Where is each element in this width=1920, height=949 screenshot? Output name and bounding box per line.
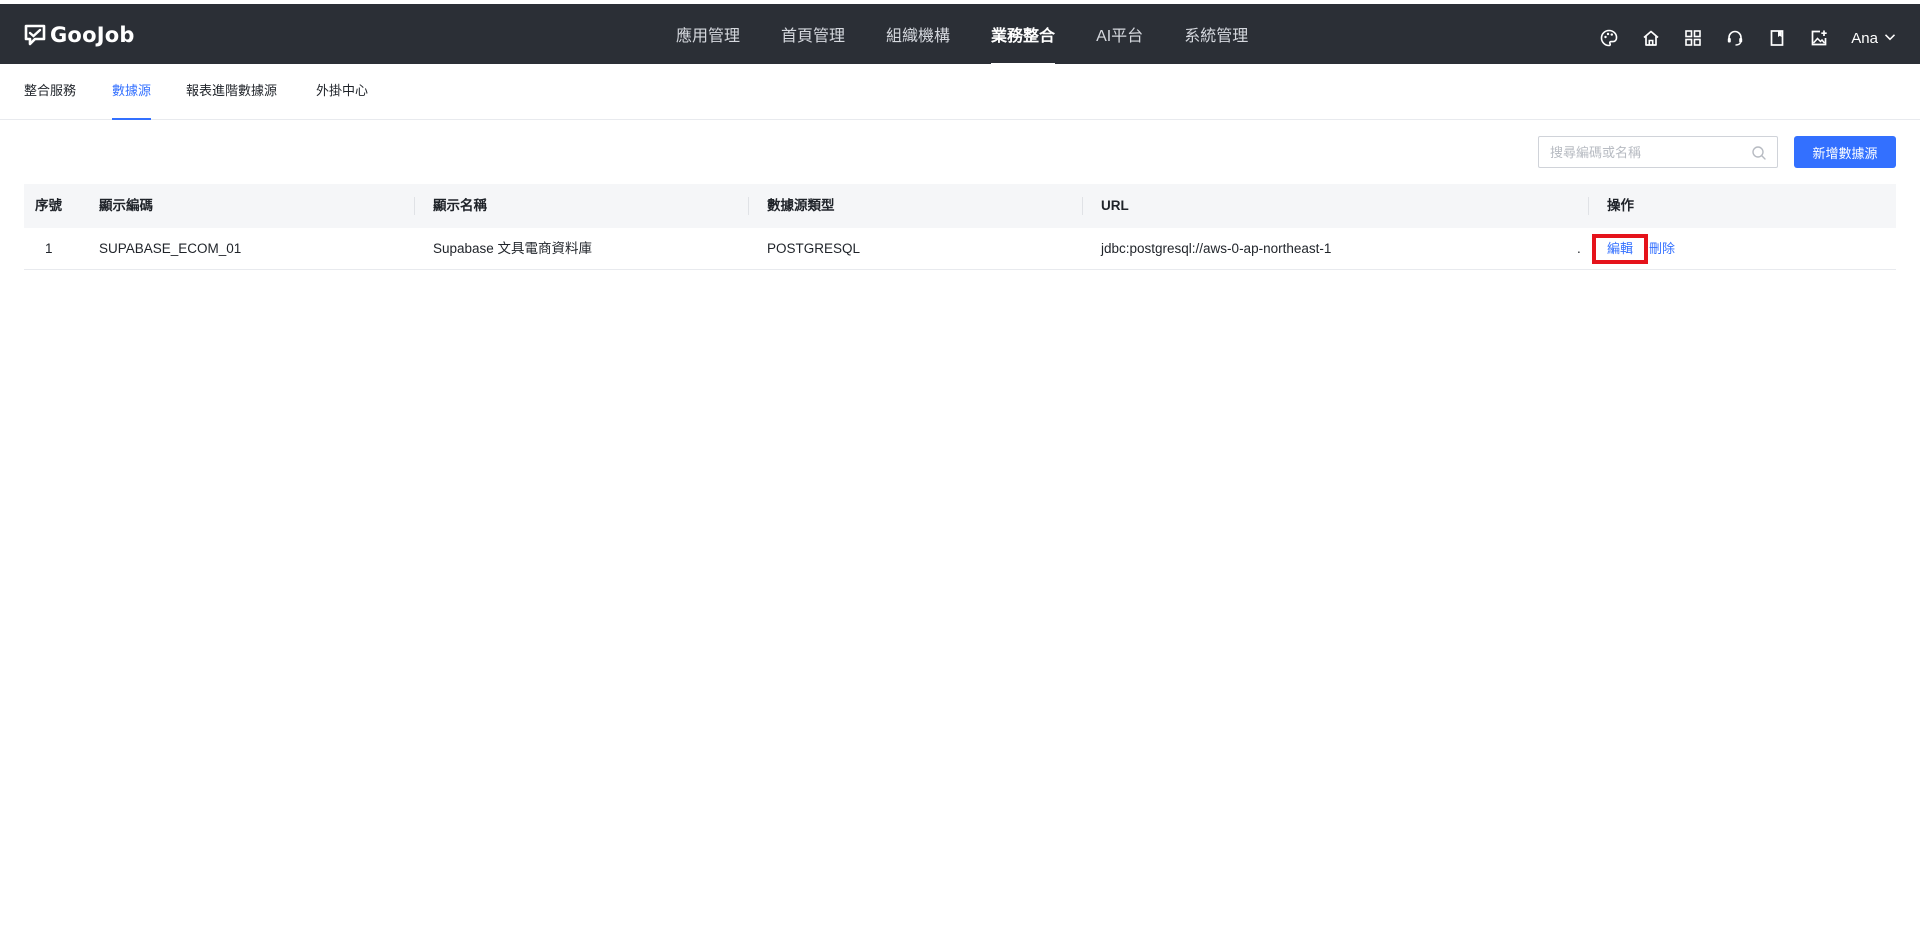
search-icon[interactable] — [1751, 145, 1767, 161]
user-menu[interactable]: Ana — [1851, 30, 1896, 47]
column-header-actions: 操作 — [1607, 198, 1634, 213]
book-icon[interactable] — [1767, 28, 1787, 48]
tab-plugin-center[interactable]: 外掛中心 — [316, 68, 368, 120]
column-divider[interactable] — [748, 197, 749, 215]
cell-index: 1 — [45, 241, 53, 256]
logo-text: GooJob — [50, 23, 135, 47]
table-body: 1 SUPABASE_ECOM_01 Supabase 文具電商資料庫 POST… — [24, 228, 1896, 270]
tab-report-advanced-data-sources[interactable]: 報表進階數據源 — [186, 68, 277, 120]
table-row: 1 SUPABASE_ECOM_01 Supabase 文具電商資料庫 POST… — [24, 228, 1896, 270]
logo-chat-icon — [24, 24, 46, 46]
main-nav: 應用管理 首頁管理 組織機構 業務整合 AI平台 系統管理 — [676, 8, 1248, 68]
home-icon[interactable] — [1641, 28, 1661, 48]
tab-integration-services[interactable]: 整合服務 — [24, 68, 76, 120]
column-divider[interactable] — [414, 197, 415, 215]
app-logo[interactable]: GooJob — [24, 21, 135, 49]
delete-button[interactable]: 刪除 — [1649, 228, 1675, 270]
nav-item-business-integration[interactable]: 業務整合 — [991, 8, 1056, 68]
tab-data-sources[interactable]: 數據源 — [112, 68, 152, 120]
column-header-url: URL — [1101, 198, 1129, 213]
nav-item-system-management[interactable]: 系統管理 — [1184, 8, 1248, 68]
column-header-index: 序號 — [35, 198, 62, 213]
apps-grid-icon[interactable] — [1683, 28, 1703, 48]
sub-nav: 整合服務 數據源 報表進階數據源 外掛中心 — [0, 68, 1920, 120]
header-tools: Ana — [1599, 8, 1896, 68]
top-header: GooJob 應用管理 首頁管理 組織機構 業務整合 AI平台 系統管理 Ana — [0, 0, 1920, 66]
column-divider[interactable] — [1082, 197, 1083, 215]
support-icon[interactable] — [1725, 28, 1745, 48]
cell-url: jdbc:postgresql://aws-0-ap-northeast-1 — [1101, 241, 1332, 256]
cell-type: POSTGRESQL — [767, 241, 861, 256]
cell-name: Supabase 文具電商資料庫 — [433, 241, 593, 256]
nav-item-organization[interactable]: 組織機構 — [886, 8, 950, 68]
column-divider[interactable] — [1588, 197, 1589, 215]
search-box — [1538, 136, 1778, 168]
search-input[interactable] — [1539, 137, 1777, 167]
column-header-code: 顯示編碼 — [99, 198, 153, 213]
palette-icon[interactable] — [1599, 28, 1619, 48]
column-header-type: 數據源類型 — [767, 198, 835, 213]
column-header-name: 顯示名稱 — [433, 198, 487, 213]
table-header: 序號 顯示編碼 顯示名稱 數據源類型 URL 操作 — [24, 184, 1896, 228]
user-name: Ana — [1851, 29, 1878, 47]
cell-url-overflow: . — [1577, 241, 1581, 256]
nav-item-home-management[interactable]: 首頁管理 — [781, 8, 845, 68]
chevron-down-icon — [1884, 30, 1896, 47]
edit-button[interactable]: 編輯 — [1592, 234, 1648, 264]
data-source-table: 序號 顯示編碼 顯示名稱 數據源類型 URL 操作 1 SUPABASE_ECO… — [24, 184, 1896, 270]
add-data-source-button[interactable]: 新增數據源 — [1794, 136, 1896, 168]
cell-code: SUPABASE_ECOM_01 — [99, 241, 242, 256]
nav-item-ai-platform[interactable]: AI平台 — [1096, 8, 1143, 68]
nav-item-app-management[interactable]: 應用管理 — [676, 8, 740, 68]
image-upload-icon[interactable] — [1809, 28, 1829, 48]
